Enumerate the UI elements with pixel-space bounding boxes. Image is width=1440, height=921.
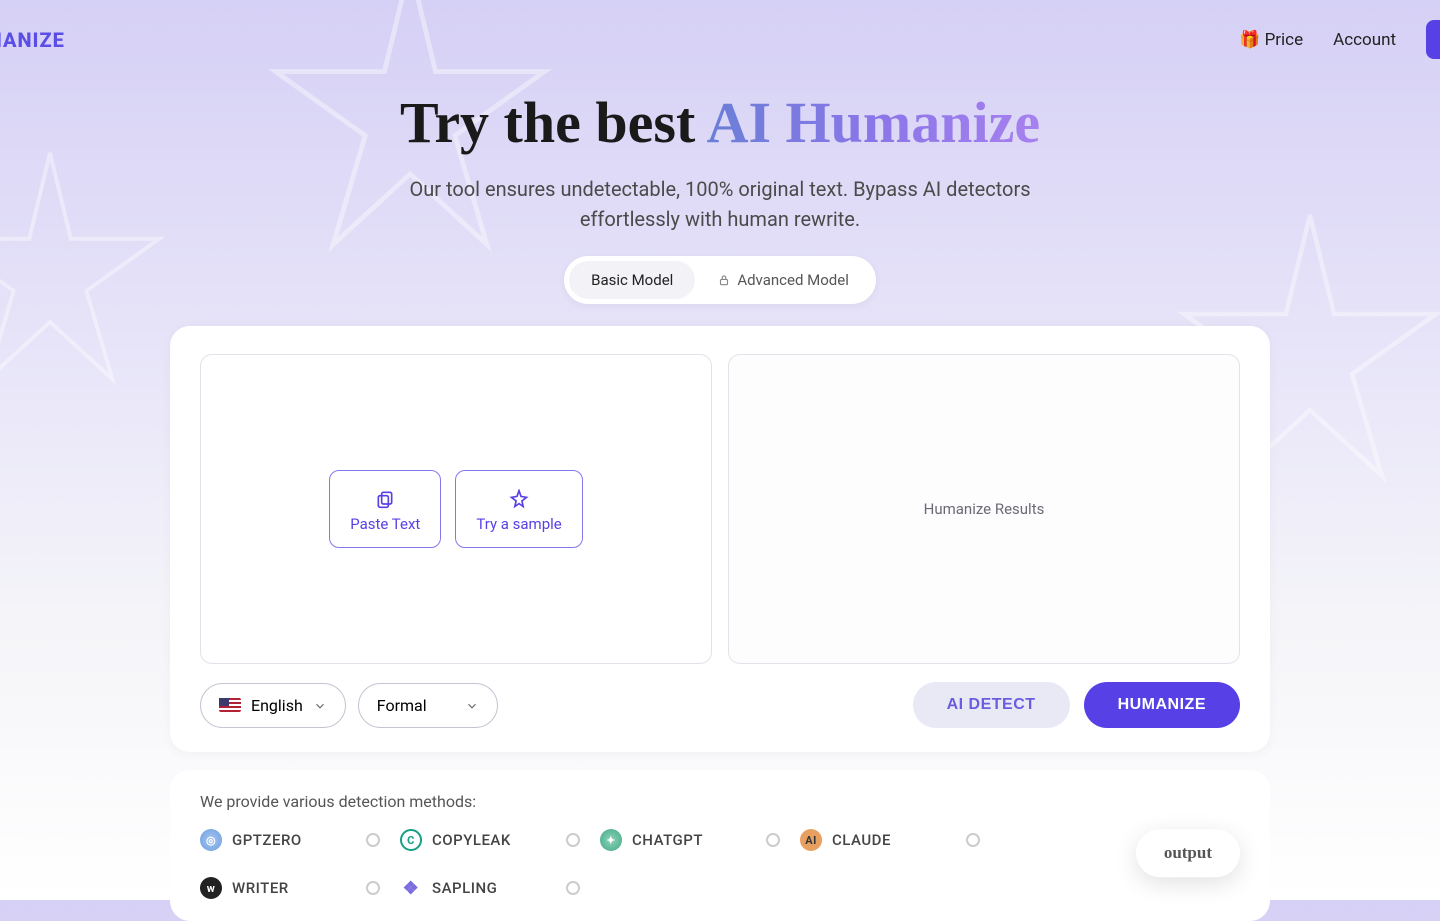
detector-label: SAPLING (432, 879, 497, 897)
chevron-down-icon (313, 698, 327, 712)
editor-panels: Paste Text Try a sample Humanize Results (200, 354, 1240, 664)
sapling-icon: ❖ (400, 877, 422, 899)
gptzero-icon: ◎ (200, 829, 222, 851)
header: UMANIZE 🎁Price Account (0, 0, 1440, 79)
output-badge[interactable]: output (1136, 829, 1240, 877)
language-label: English (251, 696, 303, 715)
ai-detect-button[interactable]: AI DETECT (913, 682, 1070, 728)
status-indicator (566, 881, 580, 895)
nav: 🎁Price Account (1239, 20, 1440, 59)
hero-title: Try the best AI Humanize (0, 89, 1440, 156)
tab-advanced-model[interactable]: Advanced Model (695, 261, 871, 299)
tab-basic-model[interactable]: Basic Model (569, 261, 695, 299)
left-controls: English Formal (200, 683, 498, 728)
hero: Try the best AI Humanize Our tool ensure… (0, 79, 1440, 304)
lock-icon (717, 273, 731, 287)
try-sample-button[interactable]: Try a sample (455, 470, 582, 548)
detector-sapling: ❖ SAPLING (400, 877, 580, 899)
gift-icon: 🎁 (1239, 30, 1260, 50)
detector-label: WRITER (232, 879, 289, 897)
detector-label: GPTZERO (232, 831, 302, 849)
copyleak-icon: C (400, 829, 422, 851)
chevron-down-icon (465, 698, 479, 712)
detector-label: CLAUDE (832, 831, 891, 849)
main-card: Paste Text Try a sample Humanize Results… (170, 326, 1270, 752)
logo[interactable]: UMANIZE (0, 28, 65, 52)
status-indicator (966, 833, 980, 847)
try-sample-label: Try a sample (476, 515, 561, 533)
tone-label: Formal (377, 696, 427, 715)
hero-subtitle: Our tool ensures undetectable, 100% orig… (390, 174, 1050, 234)
detector-chatgpt: ✦ CHATGPT (600, 829, 780, 851)
detector-label: CHATGPT (632, 831, 703, 849)
paste-icon (375, 489, 395, 509)
star-icon (509, 489, 529, 509)
paste-text-button[interactable]: Paste Text (329, 470, 441, 548)
language-select[interactable]: English (200, 683, 346, 728)
hero-title-plain: Try the best (400, 90, 707, 155)
model-toggle: Basic Model Advanced Model (564, 256, 876, 304)
output-placeholder: Humanize Results (924, 500, 1045, 518)
signup-button[interactable] (1426, 20, 1440, 59)
writer-icon: w (200, 877, 222, 899)
paste-text-label: Paste Text (350, 515, 420, 533)
hero-title-gradient: AI Humanize (707, 90, 1041, 155)
tone-select[interactable]: Formal (358, 683, 498, 728)
input-panel[interactable]: Paste Text Try a sample (200, 354, 712, 664)
tab-advanced-label: Advanced Model (737, 271, 849, 289)
status-indicator (366, 881, 380, 895)
nav-account[interactable]: Account (1333, 30, 1396, 50)
status-indicator (766, 833, 780, 847)
nav-price-label: Price (1265, 30, 1304, 50)
output-panel: Humanize Results (728, 354, 1240, 664)
status-indicator (566, 833, 580, 847)
right-controls: AI DETECT HUMANIZE (913, 682, 1240, 728)
detector-writer: w WRITER (200, 877, 380, 899)
claude-icon: AI (800, 829, 822, 851)
nav-price[interactable]: 🎁Price (1239, 30, 1303, 50)
detectors-grid: ◎ GPTZERO C COPYLEAK ✦ CHATGPT AI CLAUDE… (200, 829, 1240, 899)
controls-row: English Formal AI DETECT HUMANIZE (200, 682, 1240, 728)
us-flag-icon (219, 698, 241, 712)
detector-claude: AI CLAUDE (800, 829, 980, 851)
detectors-title: We provide various detection methods: (200, 792, 1240, 811)
detector-copyleak: C COPYLEAK (400, 829, 580, 851)
chatgpt-icon: ✦ (600, 829, 622, 851)
detector-label: COPYLEAK (432, 831, 511, 849)
status-indicator (366, 833, 380, 847)
detector-gptzero: ◎ GPTZERO (200, 829, 380, 851)
humanize-button[interactable]: HUMANIZE (1084, 682, 1240, 728)
detectors-card: We provide various detection methods: ◎ … (170, 770, 1270, 921)
